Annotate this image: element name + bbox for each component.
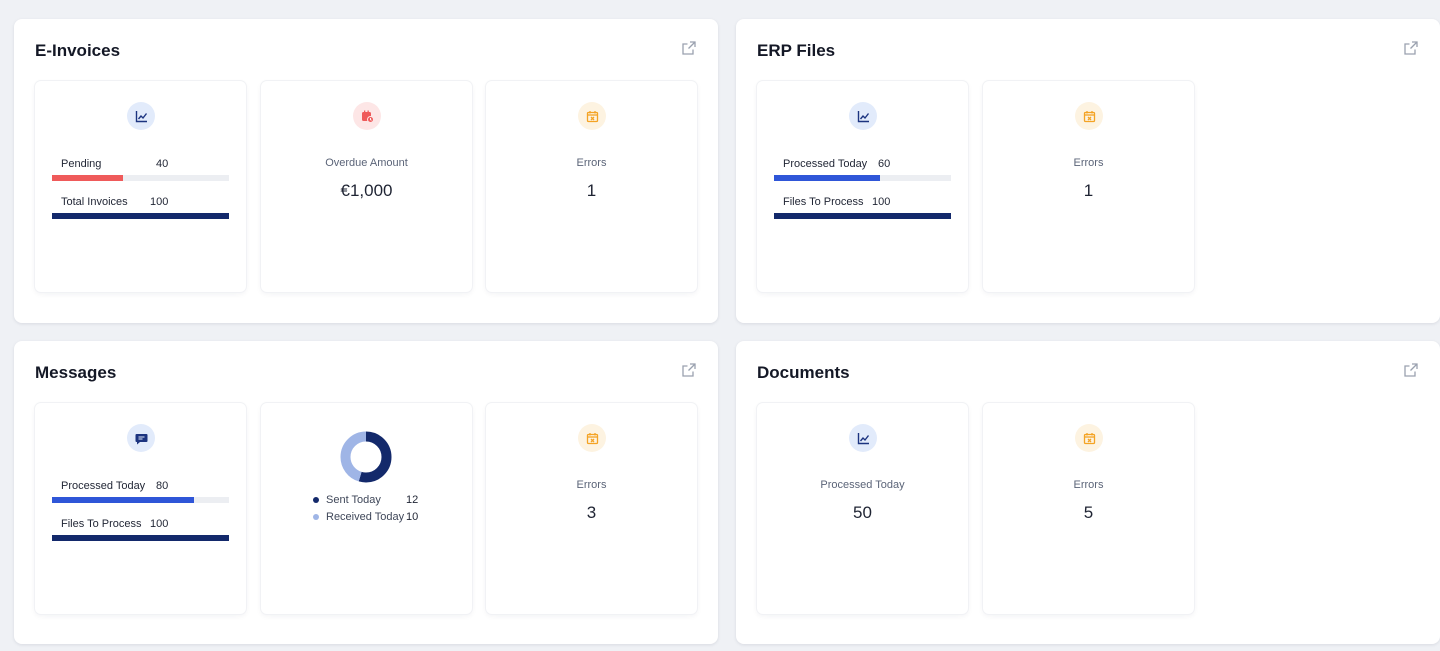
documents-panel: Documents Processed Today 50 Errors 5 (736, 341, 1440, 644)
legend-sent-value: 12 (406, 494, 419, 506)
total-invoices-label: Total Invoices (61, 196, 128, 208)
overdue-amount-value: €1,000 (340, 181, 393, 200)
overdue-amount-label: Overdue Amount (325, 157, 408, 169)
erp-files-to-process-bar-fill (774, 213, 951, 219)
documents-errors-value: 5 (1083, 503, 1094, 522)
messages-errors-value: 3 (586, 503, 597, 522)
external-link-icon[interactable] (682, 363, 696, 377)
calendar-x-icon (1075, 102, 1103, 130)
erp-processed-value: 60 (878, 158, 891, 170)
messages-files-to-process-label: Files To Process (61, 518, 142, 530)
calendar-x-icon (578, 102, 606, 130)
documents-errors-label: Errors (1073, 479, 1104, 491)
erp-errors-label: Errors (1073, 157, 1104, 169)
calendar-alert-icon (353, 102, 381, 130)
legend-sent-label: Sent Today (326, 494, 381, 506)
erp-files-title: ERP Files (757, 41, 836, 60)
einvoices-summary-card[interactable]: Pending 40 Total Invoices 100 (35, 81, 246, 292)
external-link-icon[interactable] (1404, 41, 1418, 55)
messages-processed-bar-fill (52, 497, 194, 503)
total-invoices-bar-fill (52, 213, 229, 219)
calendar-x-icon (1075, 424, 1103, 452)
sent-received-donut-chart (340, 431, 392, 483)
chart-line-icon (849, 424, 877, 452)
legend-dot-sent (313, 497, 319, 503)
messages-processed-value: 80 (156, 480, 169, 492)
documents-processed-value: 50 (853, 503, 872, 522)
documents-errors-card[interactable]: Errors 5 (983, 403, 1194, 614)
calendar-x-icon (578, 424, 606, 452)
messages-errors-card[interactable]: Errors 3 (486, 403, 697, 614)
messages-title: Messages (35, 363, 117, 382)
documents-processed-card[interactable]: Processed Today 50 (757, 403, 968, 614)
erp-processed-bar-track (774, 175, 951, 181)
total-invoices-bar-track (52, 213, 229, 219)
pending-bar-fill (52, 175, 123, 181)
messages-processed-label: Processed Today (61, 480, 146, 492)
legend-dot-received (313, 514, 319, 520)
erp-files-to-process-bar-track (774, 213, 951, 219)
erp-errors-card[interactable]: Errors 1 (983, 81, 1194, 292)
erp-files-to-process-label: Files To Process (783, 196, 864, 208)
external-link-icon[interactable] (1404, 363, 1418, 377)
erp-files-to-process-value: 100 (872, 196, 891, 208)
legend-received-label: Received Today (326, 511, 405, 523)
messages-panel: Messages Processed Today 80 Files To Pro… (14, 341, 718, 644)
messages-errors-label: Errors (576, 479, 607, 491)
total-invoices-value: 100 (150, 196, 169, 208)
einvoices-title: E-Invoices (35, 41, 121, 60)
messages-donut-card[interactable]: Sent Today 12 Received Today 10 (261, 403, 472, 614)
einvoices-errors-label: Errors (576, 157, 607, 169)
messages-files-to-process-value: 100 (150, 518, 169, 530)
einvoices-panel: E-Invoices Pending 40 Total Invoices 100… (14, 19, 718, 323)
pending-value: 40 (156, 158, 169, 170)
message-icon (127, 424, 155, 452)
messages-summary-card[interactable]: Processed Today 80 Files To Process 100 (35, 403, 246, 614)
einvoices-errors-card[interactable]: Errors 1 (486, 81, 697, 292)
messages-files-to-process-bar-fill (52, 535, 229, 541)
erp-processed-label: Processed Today (783, 158, 868, 170)
documents-title: Documents (757, 363, 850, 382)
legend-received-value: 10 (406, 511, 419, 523)
pending-bar-track (52, 175, 229, 181)
external-link-icon[interactable] (682, 41, 696, 55)
einvoices-errors-value: 1 (586, 181, 597, 200)
erp-files-panel: ERP Files Processed Today 60 Files To Pr… (736, 19, 1440, 323)
messages-files-to-process-bar-track (52, 535, 229, 541)
chart-line-icon (849, 102, 877, 130)
pending-label: Pending (61, 158, 102, 170)
chart-line-icon (127, 102, 155, 130)
messages-processed-bar-track (52, 497, 229, 503)
overdue-amount-card[interactable]: Overdue Amount €1,000 (261, 81, 472, 292)
documents-processed-label: Processed Today (820, 479, 905, 491)
erp-processed-bar-fill (774, 175, 881, 181)
erp-summary-card[interactable]: Processed Today 60 Files To Process 100 (757, 81, 968, 292)
erp-errors-value: 1 (1083, 181, 1094, 200)
